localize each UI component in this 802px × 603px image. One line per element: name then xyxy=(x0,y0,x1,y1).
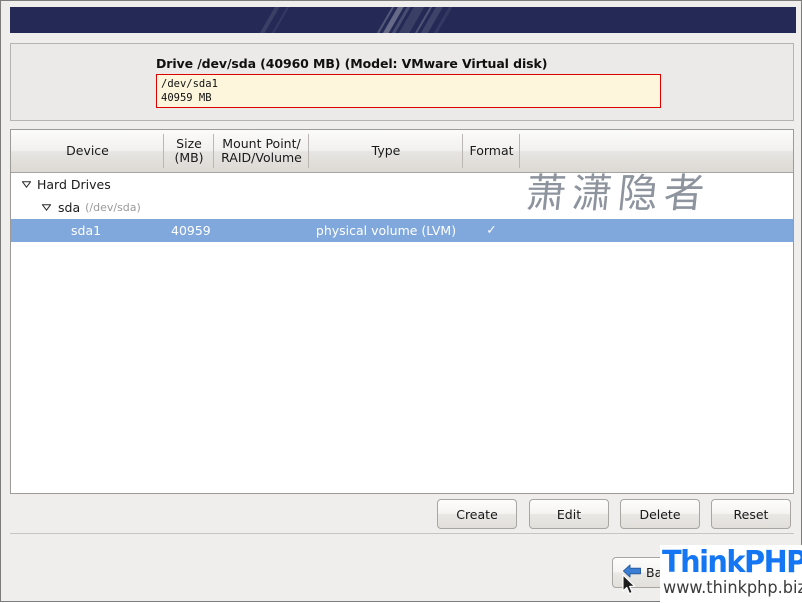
reset-button[interactable]: Reset xyxy=(711,499,791,529)
column-header-mount-point[interactable]: Mount Point/ RAID/Volume xyxy=(214,130,309,172)
column-header-size-line1: Size xyxy=(176,136,202,151)
row-device-name-text: sda xyxy=(58,200,81,215)
row-device-name: sda1 xyxy=(71,223,102,238)
installer-window: Drive /dev/sda (40960 MB) (Model: VMware… xyxy=(0,0,802,603)
edit-button[interactable]: Edit xyxy=(529,499,609,529)
partition-segment-device: /dev/sda1 xyxy=(161,78,218,90)
drive-overview-panel: Drive /dev/sda (40960 MB) (Model: VMware… xyxy=(10,43,794,121)
drive-title: Drive /dev/sda (40960 MB) (Model: VMware… xyxy=(156,56,548,71)
column-header-mount-line1: Mount Point/ xyxy=(222,136,301,151)
column-header-size[interactable]: Size (MB) xyxy=(164,130,214,172)
thinkphp-watermark: ThinkPHP www.thinkphp.biz xyxy=(660,545,802,603)
device-tree: Device Size (MB) Mount Point/ RAID/Volum… xyxy=(10,129,794,494)
column-header-format-label: Format xyxy=(469,143,514,158)
footer-divider xyxy=(10,533,794,534)
chevron-down-icon[interactable] xyxy=(19,173,33,196)
arrow-left-icon xyxy=(622,563,642,582)
thinkphp-url-text: www.thinkphp.biz xyxy=(663,578,802,598)
row-device-path: (/dev/sda) xyxy=(85,201,141,214)
device-tree-body: Hard Drives sda (/dev/sda) sda1 40959 ph… xyxy=(11,173,793,493)
thinkphp-logo-text: ThinkPHP xyxy=(662,545,802,580)
banner-streak xyxy=(228,7,302,33)
row-mount-point xyxy=(214,219,309,242)
table-row[interactable]: Hard Drives xyxy=(11,173,793,196)
row-type: physical volume (LVM) xyxy=(315,223,457,238)
table-row[interactable]: sda (/dev/sda) xyxy=(11,196,793,219)
column-header-type[interactable]: Type xyxy=(309,130,463,172)
row-device-name: Hard Drives xyxy=(37,177,111,192)
column-header-device-label: Device xyxy=(66,143,109,158)
column-header-size-line2: (MB) xyxy=(174,150,204,165)
column-header-filler xyxy=(520,130,793,172)
chevron-down-icon[interactable] xyxy=(39,196,53,219)
table-row[interactable]: sda1 40959 physical volume (LVM) ✓ xyxy=(11,219,793,242)
device-tree-header: Device Size (MB) Mount Point/ RAID/Volum… xyxy=(11,130,793,173)
delete-button[interactable]: Delete xyxy=(620,499,700,529)
column-header-size-label: Size (MB) xyxy=(174,137,203,165)
row-size: 40959 xyxy=(171,223,211,238)
partition-segment-size: 40959 MB xyxy=(161,92,212,104)
column-header-mount-line2: RAID/Volume xyxy=(221,150,302,165)
create-button[interactable]: Create xyxy=(437,499,517,529)
column-header-format[interactable]: Format xyxy=(463,130,520,172)
drive-partition-bar[interactable]: /dev/sda1 40959 MB xyxy=(156,74,661,108)
app-banner xyxy=(10,7,796,33)
row-device-name: sda (/dev/sda) xyxy=(58,196,141,219)
row-format-check-icon: ✓ xyxy=(486,222,497,238)
column-header-type-label: Type xyxy=(371,143,401,158)
column-header-device[interactable]: Device xyxy=(11,130,164,172)
column-header-mount-label: Mount Point/ RAID/Volume xyxy=(221,137,302,165)
